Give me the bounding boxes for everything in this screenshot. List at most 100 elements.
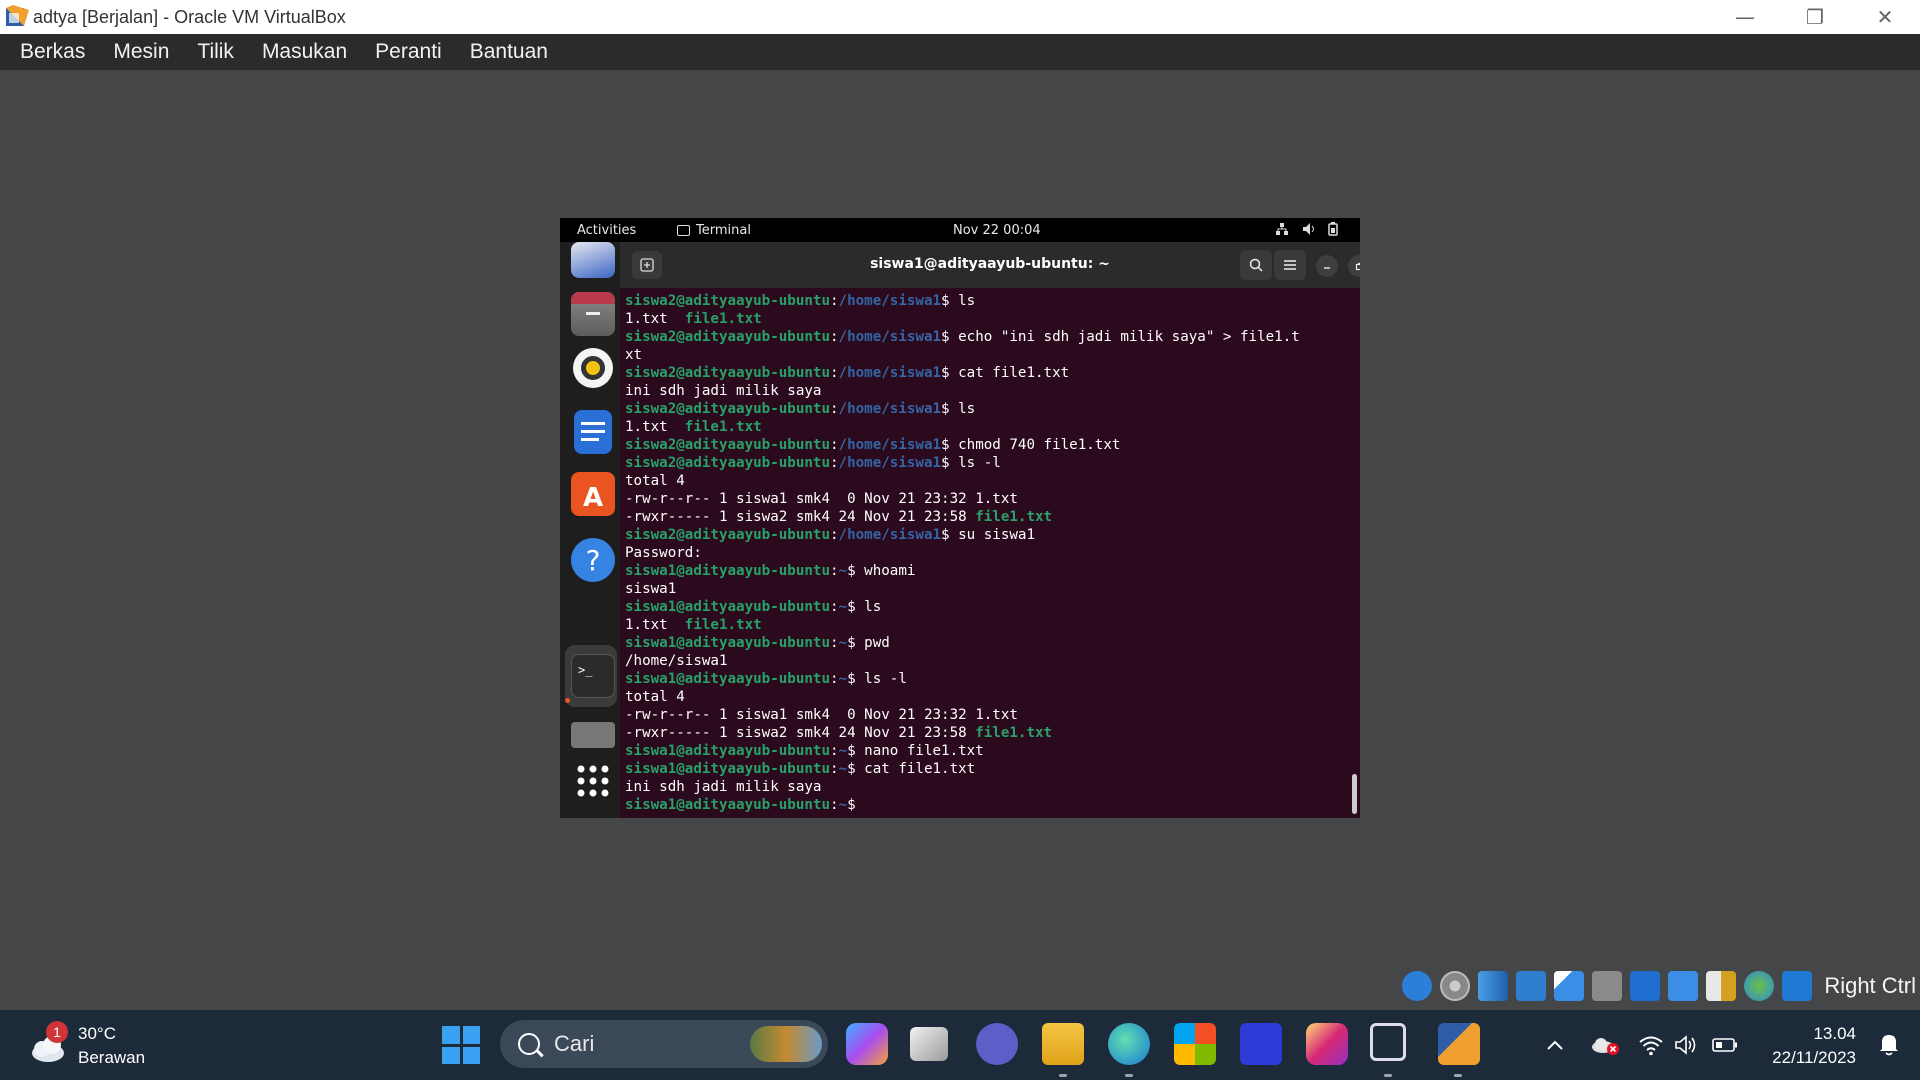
taskbar-search[interactable]: Cari bbox=[500, 1020, 828, 1068]
onedrive-status[interactable] bbox=[1590, 1032, 1620, 1058]
terminal-maximize-button[interactable] bbox=[1348, 255, 1360, 277]
prompt-path: ~ bbox=[838, 761, 848, 777]
app-indicator[interactable]: Terminal bbox=[677, 223, 751, 238]
prompt-user-host: siswa2@adityaayub-ubuntu bbox=[625, 437, 830, 453]
terminal-output-line: total 4 bbox=[625, 688, 1348, 706]
rhythmbox-icon[interactable] bbox=[573, 348, 613, 388]
activities-button[interactable]: Activities bbox=[577, 223, 636, 238]
output-text: -rw-r--r-- 1 siswa1 smk4 0 Nov 21 23:32 … bbox=[625, 491, 1018, 507]
terminal-icon[interactable]: >_ bbox=[571, 654, 615, 698]
optical-drive-status-icon[interactable] bbox=[1440, 971, 1471, 1001]
menu-berkas[interactable]: Berkas bbox=[0, 40, 99, 64]
3d-cube-app-icon[interactable] bbox=[1370, 1023, 1406, 1061]
audio-status-icon[interactable] bbox=[1478, 971, 1509, 1001]
app-center-icon[interactable]: A bbox=[571, 472, 615, 516]
terminal-menu-button[interactable] bbox=[1274, 250, 1306, 280]
output-text: -rwxr----- 1 siswa2 smk4 24 Nov 21 23:58 bbox=[625, 725, 976, 741]
terminal-output-line: -rwxr----- 1 siswa2 smk4 24 Nov 21 23:58… bbox=[625, 724, 1348, 742]
terminal-output[interactable]: siswa2@adityaayub-ubuntu:/home/siswa1$ l… bbox=[620, 288, 1348, 818]
terminal-prompt-line: siswa1@adityaayub-ubuntu:~$ ls bbox=[625, 599, 882, 615]
terminal-search-button[interactable] bbox=[1240, 250, 1272, 280]
output-text: Password: bbox=[625, 545, 702, 561]
usb-status-icon[interactable] bbox=[1554, 971, 1585, 1001]
chevron-up-icon bbox=[1547, 1040, 1563, 1050]
weather-widget[interactable]: 1 30°C Berawan bbox=[26, 1021, 145, 1070]
guest-system-tray[interactable] bbox=[1276, 222, 1340, 236]
executable-filename: file1.txt bbox=[975, 509, 1053, 525]
prompt-user-host: siswa2@adityaayub-ubuntu bbox=[625, 293, 830, 309]
show-hidden-icons-button[interactable] bbox=[1546, 1032, 1564, 1058]
terminal-prompt-line: siswa1@adityaayub-ubuntu:~$ cat file1.tx… bbox=[625, 761, 976, 777]
mouse-integration-status-icon[interactable] bbox=[1744, 971, 1775, 1001]
mathway-app-icon[interactable] bbox=[1240, 1023, 1282, 1065]
volume-tray[interactable] bbox=[1674, 1032, 1700, 1058]
minimize-button[interactable]: — bbox=[1710, 0, 1780, 34]
file-explorer-running-indicator bbox=[1059, 1074, 1067, 1077]
menu-masukan[interactable]: Masukan bbox=[248, 40, 361, 64]
task-view-icon[interactable] bbox=[910, 1027, 948, 1061]
battery-tray[interactable] bbox=[1712, 1032, 1738, 1058]
start-button[interactable] bbox=[442, 1026, 480, 1064]
teams-chat-icon[interactable] bbox=[976, 1023, 1018, 1065]
wifi-icon bbox=[1639, 1036, 1663, 1056]
copilot-icon[interactable] bbox=[846, 1023, 888, 1065]
executable-filename: file1.txt bbox=[975, 725, 1053, 741]
prompt-user-host: siswa2@adityaayub-ubuntu bbox=[625, 401, 830, 417]
clock-time: 13.04 bbox=[1813, 1024, 1856, 1043]
prompt-user-host: siswa1@adityaayub-ubuntu bbox=[625, 599, 830, 615]
terminal-prompt-line: siswa2@adityaayub-ubuntu:/home/siswa1$ l… bbox=[625, 455, 1001, 471]
prompt-command: $ echo "ini sdh jadi milik saya" > file1… bbox=[941, 329, 1300, 345]
weather-notification-badge: 1 bbox=[46, 1021, 68, 1043]
thunderbird-icon[interactable] bbox=[571, 242, 615, 278]
menu-tilik[interactable]: Tilik bbox=[183, 40, 248, 64]
restore-button[interactable]: ❐ bbox=[1780, 0, 1850, 34]
cube-app-running-indicator bbox=[1384, 1074, 1392, 1077]
prompt-path: ~ bbox=[838, 599, 848, 615]
taskbar-clock[interactable]: 13.04 22/11/2023 bbox=[1772, 1022, 1856, 1070]
menu-mesin[interactable]: Mesin bbox=[99, 40, 183, 64]
windows-logo-icon bbox=[442, 1026, 460, 1044]
guest-clock[interactable]: Nov 22 00:04 bbox=[953, 223, 1041, 238]
menu-bantuan[interactable]: Bantuan bbox=[456, 40, 562, 64]
hard-disk-status-icon[interactable] bbox=[1402, 971, 1433, 1001]
virtualization-status-icon[interactable] bbox=[1706, 971, 1737, 1001]
prompt-command: $ ls bbox=[941, 401, 976, 417]
file-explorer-icon[interactable] bbox=[1042, 1023, 1084, 1065]
notification-bell-icon[interactable] bbox=[1878, 1032, 1900, 1056]
prompt-path: /home/siswa1 bbox=[838, 527, 942, 543]
show-apps-icon[interactable] bbox=[574, 762, 612, 800]
terminal-output-line: total 4 bbox=[625, 472, 1348, 490]
menu-peranti[interactable]: Peranti bbox=[361, 40, 456, 64]
search-icon bbox=[1249, 258, 1263, 272]
files-icon[interactable] bbox=[571, 292, 615, 336]
prompt-path: /home/siswa1 bbox=[838, 329, 942, 345]
terminal-prompt-line: siswa2@adityaayub-ubuntu:/home/siswa1$ c… bbox=[625, 437, 1121, 453]
guest-display[interactable]: Activities Terminal Nov 22 00:04 A ? >_ … bbox=[560, 218, 1360, 818]
recording-status-icon[interactable] bbox=[1668, 971, 1699, 1001]
prompt-path: ~ bbox=[838, 563, 848, 579]
virtualbox-taskbar-icon[interactable] bbox=[1438, 1023, 1480, 1065]
network-tray[interactable] bbox=[1638, 1032, 1664, 1058]
terminal-prompt-line: siswa2@adityaayub-ubuntu:/home/siswa1$ l… bbox=[625, 401, 976, 417]
instagram-icon[interactable] bbox=[1306, 1023, 1348, 1065]
help-icon[interactable]: ? bbox=[571, 538, 615, 582]
vbox-menubar: Berkas Mesin Tilik Masukan Peranti Bantu… bbox=[0, 34, 1920, 70]
terminal-minimize-button[interactable] bbox=[1316, 255, 1338, 277]
network-status-icon[interactable] bbox=[1516, 971, 1547, 1001]
writer-icon[interactable] bbox=[574, 410, 612, 454]
keyboard-capture-status-icon[interactable] bbox=[1782, 971, 1813, 1001]
maximize-icon bbox=[1355, 262, 1360, 271]
close-button[interactable]: ✕ bbox=[1850, 0, 1920, 34]
prompt-path: ~ bbox=[838, 797, 848, 813]
display-status-icon[interactable] bbox=[1630, 971, 1661, 1001]
disk-icon[interactable] bbox=[571, 722, 615, 748]
terminal-prompt-line: siswa2@adityaayub-ubuntu:/home/siswa1$ l… bbox=[625, 293, 976, 309]
terminal-scrollbar[interactable] bbox=[1352, 774, 1357, 814]
weather-temperature: 30°C bbox=[78, 1024, 116, 1043]
edge-browser-icon[interactable] bbox=[1108, 1023, 1150, 1065]
prompt-user-host: siswa2@adityaayub-ubuntu bbox=[625, 455, 830, 471]
shared-folder-status-icon[interactable] bbox=[1592, 971, 1623, 1001]
microsoft-store-icon[interactable] bbox=[1174, 1023, 1216, 1065]
terminal-output-line: Password: bbox=[625, 544, 1348, 562]
executable-filename: file1.txt bbox=[684, 419, 762, 435]
